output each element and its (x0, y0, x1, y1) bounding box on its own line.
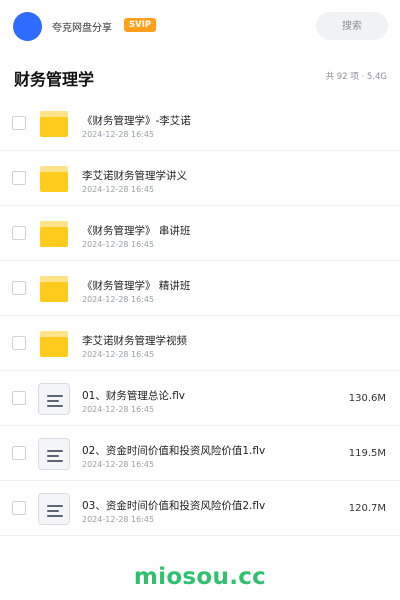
page: 夸克网盘分享 SVIP 财务管理学 共 92 项 · 5.4G 《财务管理学》-… (0, 0, 400, 600)
file-date: 2024-12-28 16:45 (82, 185, 155, 194)
file-name[interactable]: 李艾诺财务管理学讲义 (82, 168, 187, 183)
folder-icon (40, 221, 68, 247)
checkbox[interactable] (12, 446, 26, 460)
list-item[interactable]: 《财务管理学》 精讲班 2024-12-28 16:45 (0, 261, 400, 316)
folder-icon (40, 227, 68, 247)
file-size: 120.7M (348, 503, 386, 514)
checkbox[interactable] (12, 116, 26, 130)
document-icon (47, 400, 59, 402)
list-item[interactable]: 《财务管理学》 串讲班 2024-12-28 16:45 (0, 206, 400, 261)
file-name[interactable]: 李艾诺财务管理学视频 (82, 333, 187, 348)
file-date: 2024-12-28 16:45 (82, 295, 155, 304)
list-item[interactable]: 03、资金时间价值和投资风险价值2.flv 2024-12-28 16:45 1… (0, 481, 400, 536)
folder-icon (40, 111, 68, 137)
svip-badge: SVIP (124, 18, 157, 32)
document-icon (47, 395, 63, 397)
file-name[interactable]: 《财务管理学》 精讲班 (82, 278, 190, 293)
document-icon (47, 505, 63, 507)
file-size: 130.6M (348, 393, 386, 404)
file-date: 2024-12-28 16:45 (82, 515, 155, 524)
brand-name: 夸克网盘分享 (52, 23, 112, 34)
checkbox[interactable] (12, 336, 26, 350)
folder-icon (40, 337, 68, 357)
list-item[interactable]: 01、财务管理总论.flv 2024-12-28 16:45 130.6M (0, 371, 400, 426)
folder-icon (40, 117, 68, 137)
page-title: 财务管理学 (14, 70, 95, 89)
folder-icon (38, 273, 70, 305)
list-item[interactable]: 李艾诺财务管理学视频 2024-12-28 16:45 (0, 316, 400, 371)
file-date: 2024-12-28 16:45 (82, 460, 155, 469)
folder-stats: 共 92 项 · 5.4G (325, 72, 387, 82)
document-icon (38, 383, 70, 415)
file-name[interactable]: 02、资金时间价值和投资风险价值1.flv (82, 443, 265, 458)
document-icon (47, 515, 63, 517)
checkbox[interactable] (12, 391, 26, 405)
checkbox[interactable] (12, 171, 26, 185)
document-icon (38, 493, 70, 525)
file-name[interactable]: 《财务管理学》-李艾诺 (82, 113, 191, 128)
checkbox[interactable] (12, 501, 26, 515)
folder-icon (40, 172, 68, 192)
header: 夸克网盘分享 SVIP (0, 0, 400, 53)
document-icon (38, 383, 70, 415)
document-icon (38, 438, 70, 470)
document-icon (47, 455, 59, 457)
folder-icon (40, 166, 68, 192)
list-item[interactable]: 《财务管理学》-李艾诺 2024-12-28 16:45 (0, 96, 400, 151)
checkbox[interactable] (12, 281, 26, 295)
file-date: 2024-12-28 16:45 (82, 240, 155, 249)
folder-icon (38, 108, 70, 140)
document-icon (47, 450, 63, 452)
folder-icon (38, 218, 70, 250)
document-icon (47, 510, 59, 512)
file-date: 2024-12-28 16:45 (82, 130, 155, 139)
file-size: 119.5M (348, 448, 386, 459)
watermark: miosou.cc (133, 564, 267, 590)
document-icon (38, 438, 70, 470)
list-item[interactable]: 02、资金时间价值和投资风险价值1.flv 2024-12-28 16:45 1… (0, 426, 400, 481)
folder-header: 财务管理学 共 92 项 · 5.4G (0, 52, 400, 97)
document-icon (47, 405, 63, 407)
document-icon (47, 460, 63, 462)
checkbox[interactable] (12, 226, 26, 240)
list-item[interactable]: 李艾诺财务管理学讲义 2024-12-28 16:45 (0, 151, 400, 206)
file-date: 2024-12-28 16:45 (82, 350, 155, 359)
folder-icon (40, 331, 68, 357)
file-date: 2024-12-28 16:45 (82, 405, 155, 414)
folder-icon (40, 282, 68, 302)
file-name[interactable]: 《财务管理学》 串讲班 (82, 223, 190, 238)
file-name[interactable]: 03、资金时间价值和投资风险价值2.flv (82, 498, 265, 513)
file-name[interactable]: 01、财务管理总论.flv (82, 388, 185, 403)
file-list: 《财务管理学》-李艾诺 2024-12-28 16:45 李艾诺财务管理学讲义 … (0, 96, 400, 536)
avatar[interactable] (13, 12, 42, 41)
folder-icon (38, 163, 70, 195)
search-input[interactable] (316, 12, 388, 40)
folder-icon (38, 328, 70, 360)
folder-icon (40, 276, 68, 302)
document-icon (38, 493, 70, 525)
